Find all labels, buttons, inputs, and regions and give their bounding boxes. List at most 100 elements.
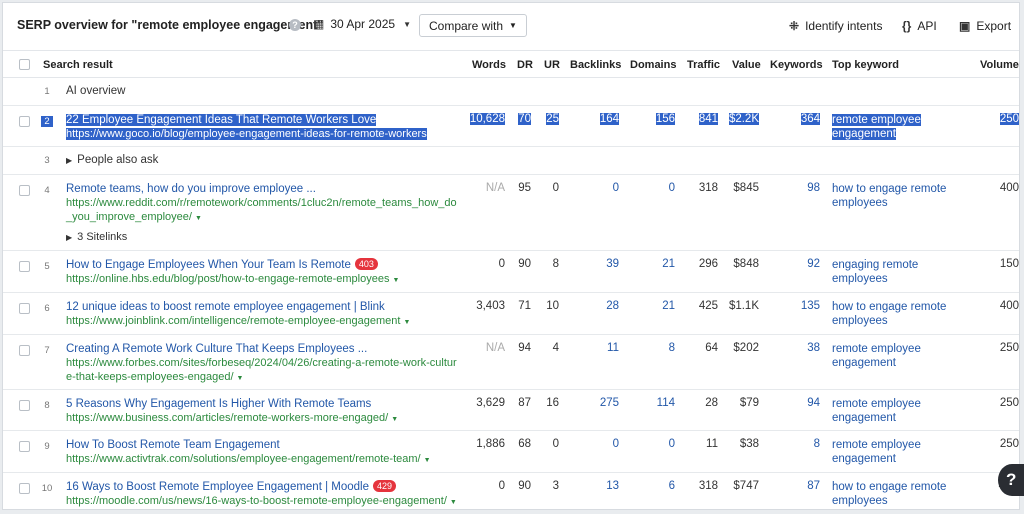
row-checkbox[interactable] (19, 185, 30, 196)
col-ur[interactable]: UR (544, 59, 560, 71)
compare-with-button[interactable]: Compare with ▼ (419, 14, 527, 37)
result-url[interactable]: https://www.joinblink.com/intelligence/r… (66, 315, 400, 327)
search-result: How To Boost Remote Team Engagement http… (66, 438, 461, 468)
value-value: $38 (739, 438, 759, 450)
backlinks-link[interactable]: 275 (583, 397, 619, 409)
row-checkbox[interactable] (19, 345, 30, 356)
api-button[interactable]: {} API (902, 19, 937, 33)
url-dropdown-icon[interactable]: ▼ (424, 457, 431, 464)
result-title[interactable]: Creating A Remote Work Culture That Keep… (66, 342, 461, 356)
col-traffic[interactable]: Traffic (687, 59, 720, 71)
domains-link[interactable]: 21 (640, 258, 675, 270)
keywords-link[interactable]: 98 (780, 182, 820, 194)
result-title[interactable]: How to Engage Employees When Your Team I… (66, 259, 351, 271)
top-keyword-link[interactable]: how to engage remote employees (832, 480, 954, 508)
traffic-value: 318 (698, 182, 718, 194)
domains-link[interactable]: 0 (640, 182, 675, 194)
result-title[interactable]: How To Boost Remote Team Engagement (66, 438, 461, 452)
url-dropdown-icon[interactable]: ▼ (391, 416, 398, 423)
dr-value: 70 (518, 113, 531, 125)
caret-right-icon: ▶ (66, 233, 73, 242)
url-dropdown-icon[interactable]: ▼ (195, 215, 202, 222)
backlinks-link[interactable]: 0 (583, 182, 619, 194)
help-chat-button[interactable]: ? (998, 464, 1024, 496)
table-row[interactable]: 3 ▶ People also ask (3, 147, 1019, 175)
chevron-down-icon: ▼ (403, 19, 411, 29)
result-url[interactable]: https://online.hbs.edu/blog/post/how-to-… (66, 273, 389, 285)
row-checkbox[interactable] (19, 303, 30, 314)
col-top-keyword[interactable]: Top keyword (832, 59, 899, 71)
col-volume[interactable]: Volume (980, 59, 1019, 71)
result-url[interactable]: https://www.forbes.com/sites/forbeseq/20… (66, 357, 457, 383)
keywords-link[interactable]: 135 (780, 300, 820, 312)
row-number: 3 (44, 155, 50, 166)
col-search-result[interactable]: Search result (43, 59, 113, 71)
domains-link[interactable]: 114 (640, 397, 675, 409)
table-row: 7 Creating A Remote Work Culture That Ke… (3, 335, 1019, 390)
result-title[interactable]: 12 unique ideas to boost remote employee… (66, 300, 461, 314)
col-domains[interactable]: Domains (630, 59, 676, 71)
result-title[interactable]: Remote teams, how do you improve employe… (66, 182, 461, 196)
url-dropdown-icon[interactable]: ▼ (430, 132, 437, 139)
volume-value: 150 (999, 258, 1019, 270)
url-dropdown-icon[interactable]: ▼ (403, 319, 410, 326)
table-row: 8 5 Reasons Why Engagement Is Higher Wit… (3, 390, 1019, 431)
keywords-link[interactable]: 364 (800, 113, 820, 125)
col-dr[interactable]: DR (517, 59, 533, 71)
help-icon[interactable]: ? (289, 19, 301, 31)
row-checkbox[interactable] (19, 261, 30, 272)
domains-link[interactable]: 8 (640, 342, 675, 354)
top-keyword-link[interactable]: remote employee engagement (832, 397, 954, 425)
export-label: Export (976, 19, 1012, 33)
people-also-ask-label: People also ask (77, 154, 159, 166)
search-result: Creating A Remote Work Culture That Keep… (66, 342, 461, 386)
domains-link[interactable]: 156 (655, 113, 675, 125)
domains-link[interactable]: 6 (640, 480, 675, 492)
col-value[interactable]: Value (732, 59, 761, 71)
keywords-link[interactable]: 87 (780, 480, 820, 492)
backlinks-link[interactable]: 164 (599, 113, 619, 125)
result-url[interactable]: https://www.activtrak.com/solutions/empl… (66, 453, 421, 465)
col-keywords[interactable]: Keywords (770, 59, 823, 71)
people-also-ask-toggle[interactable]: ▶ People also ask (66, 154, 158, 166)
row-checkbox[interactable] (19, 400, 30, 411)
top-keyword-link[interactable]: remote employee engagement (832, 438, 954, 466)
keywords-link[interactable]: 38 (780, 342, 820, 354)
domains-link[interactable]: 0 (640, 438, 675, 450)
select-all-checkbox[interactable] (19, 59, 30, 70)
result-title[interactable]: 22 Employee Engagement Ideas That Remote… (66, 114, 377, 126)
top-keyword-link[interactable]: engaging remote employees (832, 258, 954, 286)
url-dropdown-icon[interactable]: ▼ (450, 499, 457, 506)
result-title[interactable]: 16 Ways to Boost Remote Employee Engagem… (66, 481, 369, 493)
backlinks-link[interactable]: 28 (583, 300, 619, 312)
result-url[interactable]: https://www.reddit.com/r/remotework/comm… (66, 197, 457, 223)
table-row: 1 AI overview (3, 78, 1019, 106)
result-url[interactable]: https://www.business.com/articles/remote… (66, 412, 388, 424)
result-title[interactable]: 5 Reasons Why Engagement Is Higher With … (66, 397, 461, 411)
keywords-link[interactable]: 8 (780, 438, 820, 450)
top-keyword-link[interactable]: how to engage remote employees (832, 182, 954, 210)
top-keyword-link[interactable]: how to engage remote employees (832, 300, 954, 328)
col-backlinks[interactable]: Backlinks (570, 59, 621, 71)
row-checkbox[interactable] (19, 441, 30, 452)
backlinks-link[interactable]: 39 (583, 258, 619, 270)
url-dropdown-icon[interactable]: ▼ (237, 375, 244, 382)
keywords-link[interactable]: 94 (780, 397, 820, 409)
col-words[interactable]: Words (472, 59, 506, 71)
export-button[interactable]: ▣ Export (959, 19, 1011, 33)
result-url[interactable]: https://moodle.com/us/news/16-ways-to-bo… (66, 495, 447, 507)
backlinks-link[interactable]: 0 (583, 438, 619, 450)
keywords-link[interactable]: 92 (780, 258, 820, 270)
url-dropdown-icon[interactable]: ▼ (392, 277, 399, 284)
result-url[interactable]: https://www.goco.io/blog/employee-engage… (66, 128, 427, 140)
backlinks-link[interactable]: 11 (583, 342, 619, 354)
top-keyword-link[interactable]: remote employee engagement (832, 342, 954, 370)
identify-intents-button[interactable]: ⁜ Identify intents (789, 19, 882, 33)
row-checkbox[interactable] (19, 116, 30, 127)
domains-link[interactable]: 21 (640, 300, 675, 312)
date-picker[interactable]: ▦ 30 Apr 2025 ▼ (313, 17, 411, 31)
row-checkbox[interactable] (19, 483, 30, 494)
top-keyword-link[interactable]: remote employee engagement (832, 114, 921, 140)
sitelinks-toggle[interactable]: ▶ 3 Sitelinks (66, 231, 127, 243)
backlinks-link[interactable]: 13 (583, 480, 619, 492)
